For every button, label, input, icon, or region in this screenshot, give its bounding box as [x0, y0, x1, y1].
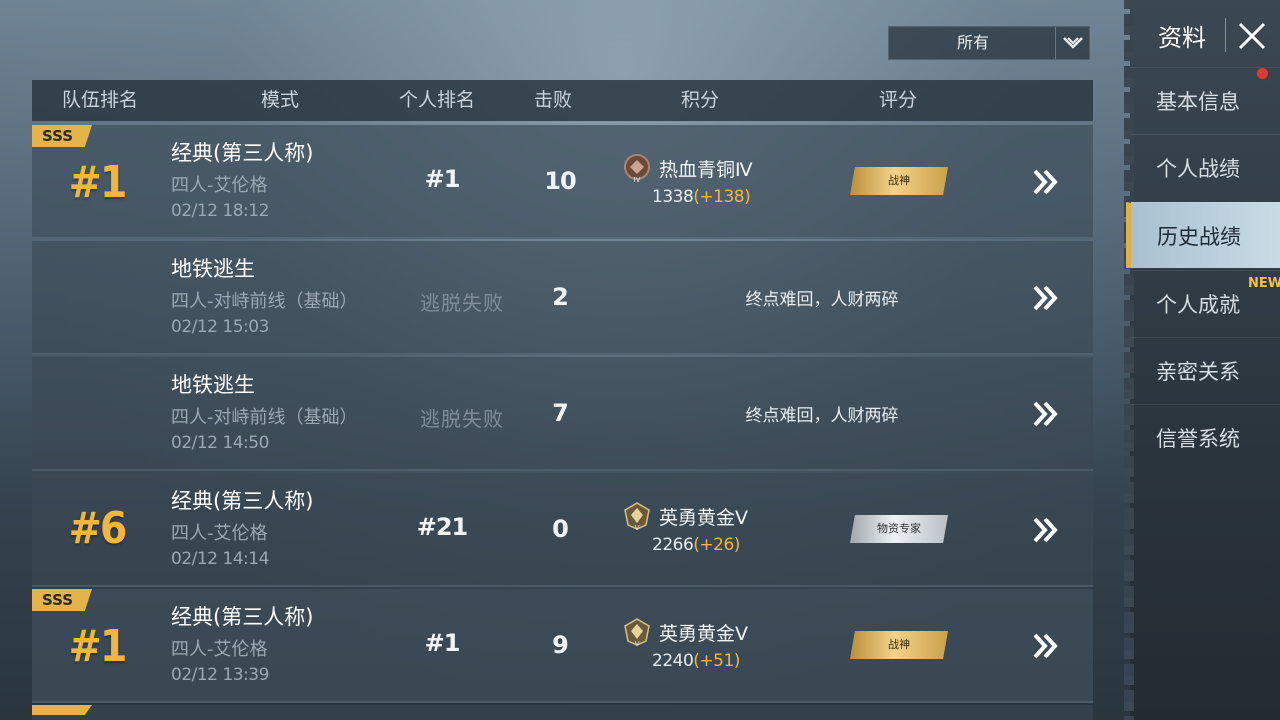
new-badge: NEW [1248, 276, 1280, 291]
sss-tag [32, 705, 92, 715]
score-delta: (+51) [693, 651, 740, 671]
double-chevron-right-icon[interactable] [1032, 631, 1060, 661]
score-value: 2266 [652, 535, 694, 555]
kills: 2 [552, 283, 569, 311]
kills: 0 [552, 515, 569, 543]
mode-title: 经典(第三人称) [171, 605, 314, 629]
mode-subtitle: 四人-对峙前线（基础） [171, 407, 358, 428]
escape-status: 逃脱失败 [420, 291, 504, 315]
team-rank: #6 [68, 503, 128, 554]
table-row[interactable]: 地铁逃生 四人-对峙前线（基础） 02/12 15:03 逃脱失败 2 终点难回… [32, 241, 1093, 355]
sidebar-item-personal-stats[interactable]: 个人战绩 [1130, 134, 1280, 200]
kills: 9 [552, 631, 569, 659]
sidebar-item-label: 个人成就 [1156, 293, 1240, 317]
sidebar-item-label: 基本信息 [1156, 90, 1240, 114]
header-team-rank: 队伍排名 [61, 89, 138, 111]
sss-tag: SSS [32, 125, 92, 147]
score: 1338(+138) [652, 187, 751, 207]
filter-value: 所有 [956, 33, 989, 52]
close-icon[interactable] [1236, 20, 1268, 52]
mode-subtitle: 四人-对峙前线（基础） [171, 291, 358, 312]
sidebar-item-credit-system[interactable]: 信誉系统 [1130, 404, 1280, 470]
match-time: 02/12 13:39 [171, 665, 269, 685]
rating-badge: 战神 [850, 167, 948, 195]
double-chevron-right-icon[interactable] [1032, 167, 1060, 197]
score-value: 1338 [652, 187, 694, 207]
gold-tier-icon: V [622, 501, 652, 532]
rating-badge: 战神 [850, 631, 948, 659]
tier-name: 英勇黄金Ⅴ [659, 623, 748, 645]
personal-rank: #1 [424, 629, 461, 657]
sidebar-item-label: 个人战绩 [1156, 157, 1240, 181]
escape-status: 逃脱失败 [420, 407, 504, 431]
match-time: 02/12 14:14 [171, 549, 269, 569]
mode-title: 经典(第三人称) [171, 489, 314, 513]
mode-title: 地铁逃生 [171, 257, 255, 281]
table-header: 队伍排名 模式 个人排名 击败 积分 评分 [32, 80, 1093, 121]
mode-filter-dropdown[interactable]: 所有 [888, 26, 1090, 60]
personal-rank: #1 [424, 165, 461, 193]
kills: 10 [544, 167, 576, 195]
sss-tag: SSS [32, 589, 92, 611]
match-history-table: 队伍排名 模式 个人排名 击败 积分 评分 SSS #1 经典(第三人称) 四人… [32, 80, 1093, 720]
mode-title: 地铁逃生 [171, 373, 255, 397]
double-chevron-right-icon[interactable] [1032, 515, 1060, 545]
header-mode: 模式 [260, 89, 299, 111]
header-kills: 击败 [533, 89, 572, 111]
gold-tier-icon: V [622, 617, 652, 648]
double-chevron-right-icon[interactable] [1032, 399, 1060, 429]
tier-name: 热血青铜Ⅳ [659, 159, 753, 181]
sidebar-item-relationships[interactable]: 亲密关系 [1130, 337, 1280, 403]
header-personal-rank: 个人排名 [398, 89, 475, 111]
sidebar-item-label: 历史战绩 [1157, 225, 1241, 249]
chevron-down-icon [1055, 27, 1089, 59]
notification-dot [1257, 68, 1268, 79]
mode-subtitle: 四人-艾伦格 [171, 639, 268, 660]
score-delta: (+26) [693, 535, 740, 555]
mode-subtitle: 四人-艾伦格 [171, 523, 268, 544]
table-row[interactable]: #6 经典(第三人称) 四人-艾伦格 02/12 14:14 #21 0 V 英… [32, 473, 1093, 587]
header-points: 积分 [680, 89, 719, 111]
match-time: 02/12 14:50 [171, 433, 269, 453]
personal-rank: #21 [416, 513, 469, 541]
match-time: 02/12 18:12 [171, 201, 269, 221]
team-rank: #1 [68, 621, 128, 672]
mode-title: 经典(第三人称) [171, 141, 314, 165]
table-row[interactable]: 地铁逃生 四人-对峙前线（基础） 02/12 14:50 逃脱失败 7 终点难回… [32, 357, 1093, 471]
svg-text:V: V [635, 640, 640, 647]
tier-name: 英勇黄金Ⅴ [659, 507, 748, 529]
double-chevron-right-icon[interactable] [1032, 283, 1060, 313]
sidebar-item-label: 信誉系统 [1156, 427, 1240, 451]
score-delta: (+138) [693, 187, 751, 207]
sidebar-title: 资料 [1158, 24, 1206, 52]
score: 2240(+51) [652, 651, 740, 671]
result-message: 终点难回，人财两碎 [745, 290, 899, 310]
svg-text:IV: IV [634, 176, 641, 183]
match-time: 02/12 15:03 [171, 317, 269, 337]
table-row[interactable] [32, 705, 1093, 720]
sidebar-item-label: 亲密关系 [1156, 360, 1240, 384]
kills: 7 [552, 399, 569, 427]
score-value: 2240 [652, 651, 694, 671]
sidebar-item-match-history[interactable]: 历史战绩 [1126, 202, 1280, 268]
svg-text:V: V [635, 524, 640, 531]
result-message: 终点难回，人财两碎 [745, 406, 899, 426]
table-row[interactable]: SSS #1 经典(第三人称) 四人-艾伦格 02/12 13:39 #1 9 … [32, 589, 1093, 703]
team-rank: #1 [68, 157, 128, 208]
rating-badge: 物资专家 [850, 515, 948, 543]
bronze-tier-icon: IV [622, 153, 652, 184]
mode-subtitle: 四人-艾伦格 [171, 175, 268, 196]
profile-sidebar: 资料 基本信息 个人战绩 历史战绩 个人成就 NEW 亲密关系 信誉系统 [1124, 0, 1280, 720]
table-row[interactable]: SSS #1 经典(第三人称) 四人-艾伦格 02/12 18:12 #1 10… [32, 125, 1093, 239]
divider [1225, 18, 1226, 52]
header-rating: 评分 [878, 89, 917, 111]
score: 2266(+26) [652, 535, 740, 555]
